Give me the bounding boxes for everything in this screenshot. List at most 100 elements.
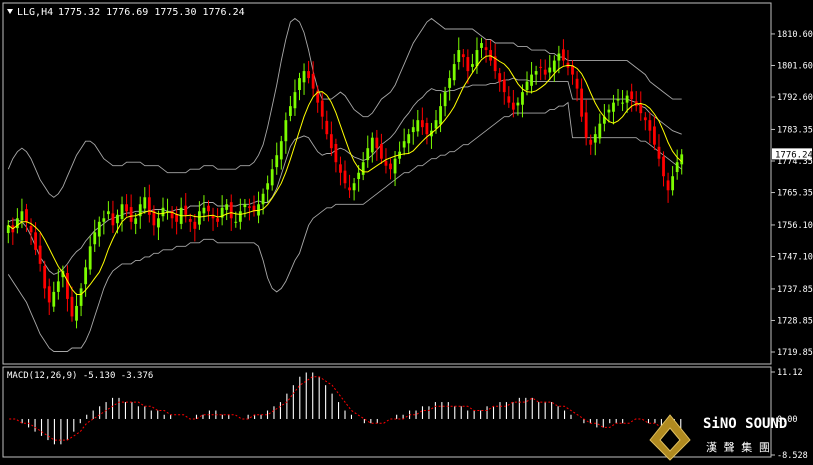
candle-body [575, 78, 579, 89]
candle-body [562, 49, 565, 61]
candle-body [539, 66, 543, 68]
candle-body [393, 158, 397, 174]
candle-body [612, 102, 615, 112]
candle-body [70, 296, 74, 317]
price-tick-label: 1747.10 [777, 253, 813, 263]
candle-body [671, 176, 675, 191]
candle-body [452, 64, 456, 81]
candle-body [216, 218, 219, 222]
dropdown-triangle-icon[interactable] [7, 9, 13, 14]
candle-body [234, 221, 238, 223]
candle-body [275, 155, 279, 168]
candle-body [498, 73, 502, 82]
candle-body [197, 211, 201, 225]
candle-body [207, 205, 210, 212]
candle-body [443, 92, 447, 107]
candle-body [102, 218, 106, 222]
candle-body [411, 127, 415, 133]
candle-body [534, 71, 538, 75]
candle-body [88, 246, 92, 270]
candle-body [298, 78, 301, 91]
candle-body [621, 102, 624, 104]
candle-body [75, 305, 78, 321]
candle-body [348, 187, 351, 191]
candle-body [457, 50, 461, 62]
candle-body [311, 73, 315, 89]
sino-sound-logo: SiNO SOUND 漢 聲 集 團 [649, 414, 787, 461]
candle-body [480, 43, 483, 48]
macd-signal-line [9, 376, 681, 441]
candle-body [680, 154, 684, 165]
candle-body [420, 120, 424, 128]
candle-body [625, 95, 629, 103]
candle-body [320, 100, 324, 117]
candle-body [516, 102, 520, 106]
candle-body [507, 96, 511, 103]
candle-body [593, 134, 597, 143]
candle-body [543, 69, 547, 75]
chart-window[interactable]: 1810.60 1801.60 1792.60 1783.35 1774.35 1765.… [0, 0, 813, 461]
candle-body [125, 204, 128, 212]
candle-body [34, 232, 37, 250]
price-tick-label: 1719.85 [777, 348, 813, 358]
candle-body [552, 60, 556, 72]
candle-body [93, 232, 97, 245]
candle-body [243, 204, 247, 208]
candle-body [334, 143, 338, 163]
candle-body [448, 78, 452, 88]
candle-body [343, 170, 347, 184]
logo-brand: SiNO SOUND [703, 416, 787, 432]
macd-tick-label: -8.528 [777, 451, 808, 461]
candle-body [25, 209, 28, 222]
candle-body [97, 221, 101, 237]
macd-tick-label: 11.12 [777, 368, 803, 378]
candle-body [502, 79, 506, 93]
candle-body [584, 112, 588, 138]
candle-body [666, 180, 670, 191]
candle-body [639, 104, 643, 114]
candle-body [598, 123, 602, 139]
candle-body [111, 213, 115, 226]
candle-body [270, 169, 274, 186]
candle-body [175, 214, 179, 222]
candle-body [416, 120, 420, 132]
candle-body [511, 102, 515, 110]
current-price-label: 1776.24 [775, 150, 813, 160]
price-tick-label: 1765.35 [777, 189, 813, 199]
candle-body [648, 120, 652, 131]
candle-body [84, 267, 88, 285]
candle-body [325, 120, 329, 135]
price-chart[interactable]: 1810.601801.601792.601783.351774.351765.… [0, 0, 813, 461]
main-plot [6, 17, 684, 352]
candle-body [548, 67, 552, 73]
candle-body [643, 117, 647, 121]
candle-body [439, 106, 442, 125]
candle-body [225, 204, 229, 210]
candle-body [425, 122, 429, 135]
candle-body [284, 120, 288, 142]
candle-body [357, 172, 361, 180]
candle-body [630, 91, 634, 100]
candle-body [52, 291, 56, 307]
ohlc-label: 1775.32 1776.69 1775.30 1776.24 [58, 7, 245, 18]
candle-body [589, 139, 593, 145]
candle-body [248, 206, 251, 208]
candle-body [471, 64, 474, 67]
candle-body [557, 53, 561, 61]
candle-body [147, 197, 151, 215]
candle-body [580, 88, 584, 117]
macd-axis: 11.120.00-8.528 [771, 368, 808, 461]
candle-body [380, 143, 383, 159]
candle-body [607, 109, 611, 113]
candle-body [675, 162, 679, 173]
candle-body [389, 163, 392, 170]
candle-body [229, 202, 233, 219]
candle-body [525, 81, 529, 91]
current-price-tag: 1776.24 [772, 148, 813, 160]
candle-body [20, 211, 24, 221]
candle-body [238, 211, 242, 222]
candle-body [366, 148, 370, 161]
candle-body [266, 183, 270, 190]
price-tick-label: 1792.60 [777, 93, 813, 103]
candle-body [657, 146, 661, 159]
